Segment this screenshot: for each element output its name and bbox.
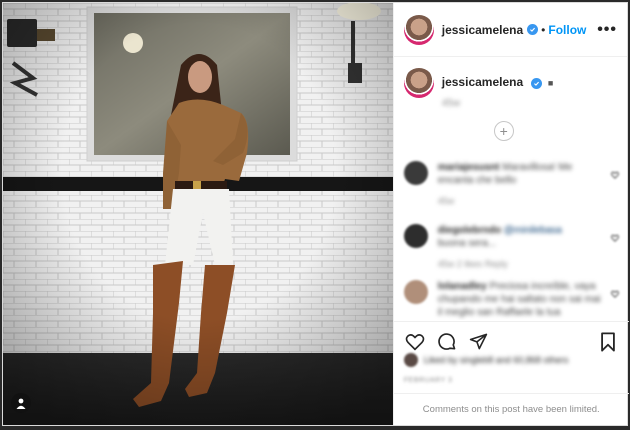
comment-meta: 45w <box>437 196 455 206</box>
post-header: jessicamelena • Follow ••• <box>393 3 627 57</box>
bookmark-icon[interactable] <box>597 331 619 353</box>
caption-emoji: ■ <box>547 78 554 88</box>
likes-text[interactable]: Liked by singleb8 and 60,868 others <box>424 355 569 365</box>
more-options-button[interactable]: ••• <box>597 21 617 39</box>
comment-mention[interactable]: @minilebasa <box>504 225 562 236</box>
comments-list[interactable]: jessicamelena ■ 45w + mariajesusnt Marav… <box>394 58 629 320</box>
comment-avatar[interactable] <box>403 161 428 185</box>
comment-item: lolanadley Preciosa increíble, vaya chup… <box>403 280 619 319</box>
comment-meta: 45w 2 likes Reply <box>437 259 508 269</box>
post-date[interactable]: FEBRUARY 3 <box>404 377 453 384</box>
comments-limited-notice: Comments on this post have been limited. <box>393 393 629 425</box>
header-separator: • <box>541 22 546 37</box>
verified-badge-icon <box>527 24 539 35</box>
comment-avatar[interactable] <box>403 280 428 304</box>
comment-avatar[interactable] <box>403 224 428 248</box>
comment-item: mariajesusnt Maravillosa! Me encanta che… <box>403 161 619 208</box>
author-avatar[interactable] <box>403 14 434 45</box>
share-icon[interactable] <box>468 331 490 353</box>
comment-username[interactable]: diegolebrndo <box>438 225 501 236</box>
comment-like-icon[interactable] <box>610 234 619 242</box>
instagram-post: jessicamelena • Follow ••• jessicamelena… <box>2 2 629 426</box>
caption-username[interactable]: jessicamelena <box>442 75 523 89</box>
heart-icon[interactable] <box>404 331 426 353</box>
tagged-user-icon[interactable] <box>11 393 31 413</box>
likes-summary[interactable]: Liked by singleb8 and 60,868 others <box>403 353 569 367</box>
caption-time: 45w <box>441 98 461 109</box>
author-username[interactable]: jessicamelena <box>442 23 523 37</box>
comment-username[interactable]: lolanadley <box>438 281 487 292</box>
post-photo[interactable] <box>3 3 393 425</box>
verified-badge-icon <box>530 78 542 89</box>
browser-frame: jessicamelena • Follow ••• jessicamelena… <box>0 0 630 430</box>
comment-item: diegolebrndo @minilebasa buona sera... 4… <box>403 224 619 271</box>
post-sidebar: jessicamelena • Follow ••• jessicamelena… <box>392 3 629 425</box>
comment-username[interactable]: mariajesusnt <box>438 162 500 173</box>
comment-text: buona sera... <box>437 238 497 249</box>
comment-icon[interactable] <box>436 331 458 353</box>
load-more-comments-button[interactable]: + <box>493 121 514 141</box>
photo-scene <box>3 3 393 425</box>
caption-row: jessicamelena ■ 45w <box>403 68 619 109</box>
liker-avatar <box>403 353 418 367</box>
comment-like-icon[interactable] <box>610 290 619 298</box>
caption-avatar[interactable] <box>403 68 434 98</box>
comment-like-icon[interactable] <box>610 171 619 179</box>
follow-button[interactable]: Follow <box>548 23 586 37</box>
